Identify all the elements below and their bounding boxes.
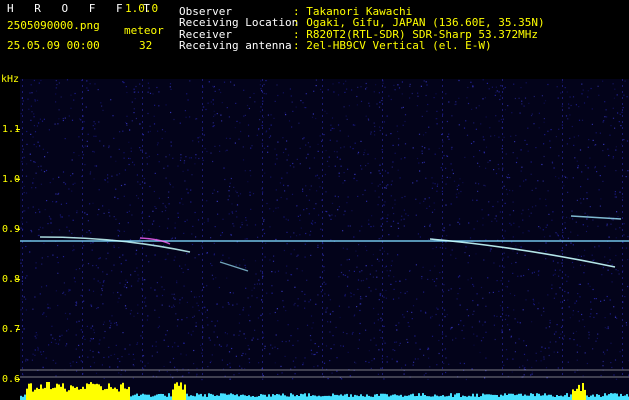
meteor-count: 32 [139,39,153,52]
y-tick-label: 0.8 [1,274,20,285]
y-tick-label: 1.1 [1,124,20,135]
date-time: 25.05.09 00:00 [7,39,100,52]
antenna-label: Receiving antenna [179,39,292,52]
y-tick-label: 0.9 [1,224,20,235]
app-version: 1.0.0 [125,2,159,15]
file-name: 2505090000.png [7,19,100,32]
meteor-label: meteor [124,24,164,37]
y-tick-label: 1.0 [1,174,20,185]
y-tick-label: 0.6 [1,374,20,385]
y-axis-unit: kHz [1,74,20,85]
y-tick-label: 0.7 [1,324,20,335]
spectrogram [20,79,629,400]
header-panel: H R O F F T 1.0.0 2505090000.png meteor … [0,0,629,78]
antenna-value: : 2el-HB9CV Vertical (el. E-W) [293,39,492,52]
